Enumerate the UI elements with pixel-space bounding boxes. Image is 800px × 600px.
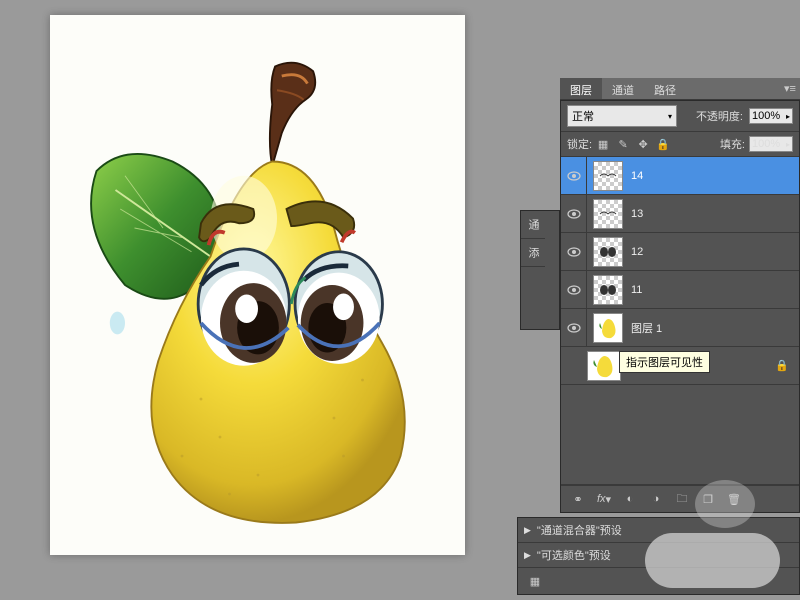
blend-mode-value: 正常 <box>572 108 594 124</box>
blend-mode-select[interactable]: 正常 ▾ <box>567 105 677 127</box>
layers-panel: 正常 ▾ 不透明度: 100%▸ 锁定: ▦ ✎ ✥ 🔒 填充: 100%▸ 1… <box>560 100 800 513</box>
fill-input[interactable]: 100%▸ <box>749 136 793 152</box>
visibility-toggle[interactable] <box>561 195 587 232</box>
eye-icon <box>567 247 581 257</box>
layer-name[interactable]: 14 <box>629 170 799 182</box>
fill-label: 填充: <box>720 136 745 152</box>
layers-panel-footer: ⚭ fx▾ ◐ ◑ 🗀 ❐ 🗑 <box>561 485 799 512</box>
eye-icon <box>567 209 581 219</box>
disclosure-icon: ▶ <box>524 550 531 561</box>
lock-all-icon[interactable]: 🔒 <box>656 137 670 151</box>
eye-icon <box>567 323 581 333</box>
fx-icon[interactable]: fx▾ <box>593 490 615 508</box>
layer-row[interactable]: 11 <box>561 271 799 309</box>
layer-row[interactable]: 13 <box>561 195 799 233</box>
lock-image-icon[interactable]: ✎ <box>616 137 630 151</box>
layer-name[interactable]: 图层 1 <box>629 320 799 336</box>
group-icon[interactable]: 🗀 <box>671 490 693 508</box>
artwork-pear <box>68 35 448 535</box>
side-collapsed-panel[interactable]: 通 添 <box>520 210 560 330</box>
watermark <box>645 533 780 588</box>
canvas[interactable] <box>50 15 465 555</box>
layer-name[interactable]: 11 <box>629 284 799 296</box>
layer-row[interactable]: 图层 1 <box>561 309 799 347</box>
layer-thumbnail[interactable] <box>593 199 623 229</box>
lock-transparent-icon[interactable]: ▦ <box>596 137 610 151</box>
layer-name[interactable]: 12 <box>629 246 799 258</box>
mask-icon[interactable]: ◐ <box>619 490 641 508</box>
layer-thumbnail[interactable] <box>593 161 623 191</box>
side-tab-a[interactable]: 通 <box>521 211 545 239</box>
layer-row[interactable]: 14 <box>561 157 799 195</box>
side-tab-b[interactable]: 添 <box>521 239 545 267</box>
adjustment-icon[interactable]: ◑ <box>645 490 667 508</box>
opacity-input[interactable]: 100%▸ <box>749 108 793 124</box>
lock-icon: 🔒 <box>775 359 789 372</box>
link-layers-icon[interactable]: ⚭ <box>567 490 589 508</box>
tab-layers[interactable]: 图层 <box>560 78 602 99</box>
adj-thumb-icon[interactable]: ▦ <box>524 572 546 590</box>
eye-icon <box>567 171 581 181</box>
visibility-tooltip: 指示图层可见性 <box>619 351 710 373</box>
layer-name[interactable]: 13 <box>629 208 799 220</box>
chevron-icon: ▸ <box>786 112 790 121</box>
layer-thumbnail[interactable] <box>587 351 621 381</box>
layer-list: 14 13 12 11 图层 1 指示图层可见性 🔒 <box>561 157 799 485</box>
layer-thumbnail[interactable] <box>593 313 623 343</box>
eye-icon <box>567 285 581 295</box>
layer-thumbnail[interactable] <box>593 237 623 267</box>
visibility-toggle[interactable] <box>561 157 587 194</box>
layer-thumbnail[interactable] <box>593 275 623 305</box>
visibility-toggle[interactable] <box>561 309 587 346</box>
chevron-icon: ▸ <box>786 140 790 149</box>
panel-tabs: 图层 通道 路径 ▾≡ <box>560 78 800 100</box>
background-layer-row[interactable]: 指示图层可见性 🔒 <box>561 347 799 385</box>
visibility-toggle[interactable] <box>561 233 587 270</box>
lock-label: 锁定: <box>567 136 592 152</box>
disclosure-icon: ▶ <box>524 525 531 536</box>
panel-menu-icon[interactable]: ▾≡ <box>780 78 800 99</box>
tab-channels[interactable]: 通道 <box>602 78 644 99</box>
layer-row[interactable]: 12 <box>561 233 799 271</box>
watermark <box>695 480 755 528</box>
lock-position-icon[interactable]: ✥ <box>636 137 650 151</box>
opacity-label: 不透明度: <box>696 108 743 124</box>
dropdown-icon: ▾ <box>668 112 672 121</box>
tab-paths[interactable]: 路径 <box>644 78 686 99</box>
visibility-toggle[interactable] <box>561 271 587 308</box>
